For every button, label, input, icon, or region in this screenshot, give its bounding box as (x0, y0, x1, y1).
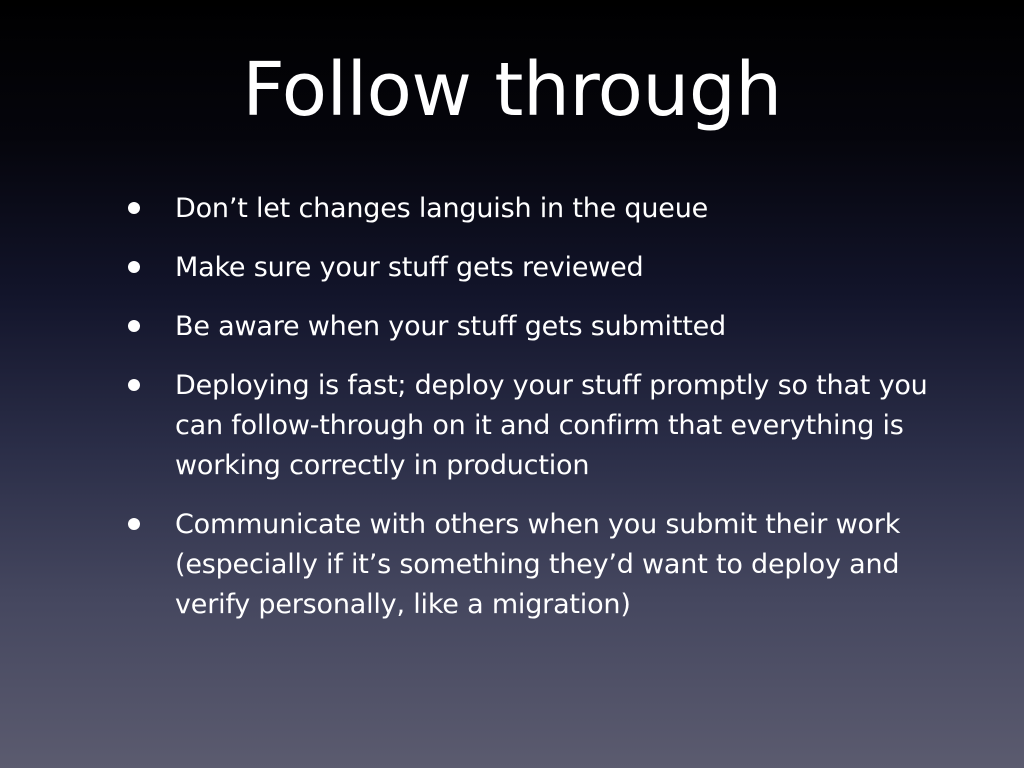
bullet-item: Make sure your stuff gets reviewed (128, 248, 928, 288)
bullet-text: Be aware when your stuff gets submitted (175, 311, 726, 342)
bullet-text: Communicate with others when you submit … (175, 509, 901, 620)
bullet-dot-icon (128, 518, 140, 530)
bullet-item: Don’t let changes languish in the queue (128, 189, 928, 229)
bullet-item: Deploying is fast; deploy your stuff pro… (128, 366, 928, 486)
bullet-text: Don’t let changes languish in the queue (175, 193, 709, 224)
slide: Follow through Don’t let changes languis… (0, 0, 1024, 768)
bullet-list: Don’t let changes languish in the queue … (128, 189, 928, 644)
bullet-dot-icon (128, 320, 140, 332)
slide-title: Follow through (242, 47, 782, 133)
bullet-item: Be aware when your stuff gets submitted (128, 307, 928, 347)
bullet-dot-icon (128, 261, 140, 273)
bullet-text: Make sure your stuff gets reviewed (175, 252, 644, 283)
bullet-text: Deploying is fast; deploy your stuff pro… (175, 370, 928, 481)
bullet-dot-icon (128, 379, 140, 391)
bullet-item: Communicate with others when you submit … (128, 505, 928, 625)
bullet-dot-icon (128, 202, 140, 214)
